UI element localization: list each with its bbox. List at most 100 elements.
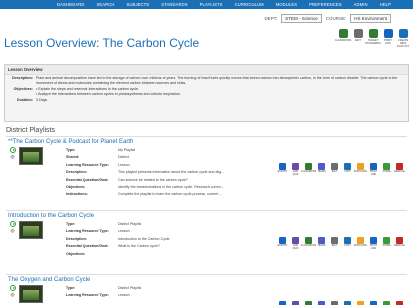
duration-key: Duration: <box>17 98 33 103</box>
playlist-fields: Type: My Playlist Shared: District Learning … <box>66 147 277 199</box>
nav-standards[interactable]: STANDARDS <box>161 2 187 7</box>
classroom-button[interactable]: CLASSROOM <box>335 29 351 48</box>
print-link-button[interactable]: PRINT LINK <box>382 29 394 48</box>
target-standards-button[interactable]: TARGET STANDARDS <box>365 29 381 48</box>
print-link-button[interactable]: PRINT LINK <box>368 301 379 305</box>
copy-icon <box>344 163 351 170</box>
target-icon <box>368 29 378 38</box>
playlist-title-link[interactable]: Introduction to the Carbon Cycle <box>6 211 407 221</box>
add-quiz-button[interactable]: ADD QUIZ <box>290 163 301 199</box>
nav-dashboard[interactable]: DASHBOARD <box>57 2 84 7</box>
create-new-playlist-button[interactable]: CREATE NEW PLAYLIST <box>397 29 409 48</box>
dept-select[interactable]: STEM - Science <box>281 14 322 23</box>
add-quiz-button[interactable]: ADD QUIZ <box>290 237 301 258</box>
field-key: Objectives: <box>66 185 86 190</box>
field-row: Essential Question/Goal: What is the Carb… <box>66 243 277 250</box>
field-key: Learning Resource Type: <box>66 229 109 234</box>
share-button[interactable]: SHARE <box>381 163 392 199</box>
drag-handle-icon[interactable]: ✥ <box>10 229 16 235</box>
share-button[interactable]: SHARE <box>381 237 392 258</box>
teams-icon <box>318 301 325 305</box>
playlist-controls: ✥ <box>6 147 66 199</box>
teams-button[interactable]: TEAMS <box>316 237 327 258</box>
remove-button[interactable]: REMOVE <box>394 163 405 199</box>
classroom-button[interactable]: CLASSROOM <box>301 163 316 199</box>
field-key: Type: <box>66 286 76 290</box>
action-label: PRINT LINK <box>369 244 378 250</box>
action-label: REMOVE <box>394 170 405 173</box>
remove-button[interactable]: REMOVE <box>394 237 405 258</box>
nav-curriculum[interactable]: CURRICULUM <box>235 2 264 7</box>
teams-button[interactable]: TEAMS <box>316 301 327 305</box>
classroom-icon <box>305 163 312 170</box>
objectives-list: • Explain the steps and reservoir intera… <box>36 87 181 96</box>
duplicate-button[interactable]: DUPLICATE <box>355 301 366 305</box>
tool-label: PRINT LINK <box>384 39 392 45</box>
play-icon[interactable] <box>10 285 16 291</box>
field-row: Learning Resource Type: Lesson <box>66 162 277 169</box>
nav-playlists[interactable]: PLAYLISTS <box>200 2 223 7</box>
classroom-icon <box>305 301 312 305</box>
duration-row: Duration: 3 Days <box>5 97 408 104</box>
edit-icon <box>331 237 338 244</box>
export-icon <box>279 237 286 244</box>
classroom-button[interactable]: CLASSROOM <box>303 301 314 305</box>
export-button[interactable]: EXPORT <box>277 163 288 199</box>
nav-preferences[interactable]: PREFERENCES <box>309 2 342 7</box>
page-title: Lesson Overview: The Carbon Cycle <box>4 36 200 50</box>
action-label: REMOVE <box>394 244 405 247</box>
nav-admin[interactable]: ADMIN <box>354 2 368 7</box>
edit-icon <box>331 301 338 305</box>
nav-help[interactable]: HELP <box>380 2 391 7</box>
teams-button[interactable]: TEAMS <box>316 163 327 199</box>
drag-handle-icon[interactable]: ✥ <box>10 293 16 299</box>
copy-icon <box>344 237 351 244</box>
copy-button[interactable]: COPY <box>342 163 353 199</box>
playlist-title-link[interactable]: **The Carbon Cycle & Podcast for Planet … <box>6 137 407 147</box>
print-link-button[interactable]: PRINT LINK <box>368 237 379 258</box>
field-row: Shared: District <box>66 154 277 161</box>
add-quiz-button[interactable]: ADD QUIZ <box>290 301 301 305</box>
playlist-actions: EXPORTADD QUIZCLASSROOMTEAMSEDITCOPYDUPL… <box>277 237 407 258</box>
remove-button[interactable]: REMOVE <box>394 301 405 305</box>
edit-button[interactable]: EDIT <box>329 163 340 199</box>
playlist-actions: EXPORTADD QUIZCLASSROOMTEAMSEDITCOPYDUPL… <box>277 301 407 305</box>
field-value: Identify the transformations in the carb… <box>118 185 224 190</box>
edit-button[interactable]: EDIT <box>352 29 364 48</box>
district-playlists-heading: District Playlists <box>6 127 56 134</box>
field-row: Type: District Playlist <box>66 285 277 292</box>
duplicate-button[interactable]: DUPLICATE <box>353 163 368 199</box>
action-label: DUPLICATE <box>353 170 368 173</box>
duplicate-button[interactable]: DUPLICATE <box>354 237 367 258</box>
print-link-icon <box>370 163 377 170</box>
duplicate-icon <box>357 237 364 244</box>
nav-subjects[interactable]: SUBJECTS <box>127 2 150 7</box>
field-value: Lesson <box>118 293 130 298</box>
print-link-button[interactable]: PRINT LINK <box>368 163 379 199</box>
edit-button[interactable]: EDIT <box>329 237 340 258</box>
teams-icon <box>318 163 325 170</box>
lesson-overview-panel: Lesson Overview Description: Plant and a… <box>4 64 409 122</box>
drag-handle-icon[interactable]: ✥ <box>10 155 16 161</box>
course-select[interactable]: HS Environment <box>350 14 391 23</box>
play-icon[interactable] <box>10 147 16 153</box>
edit-button[interactable]: EDIT <box>329 301 340 305</box>
export-button[interactable]: EXPORT <box>277 301 288 305</box>
nav-search[interactable]: SEARCH <box>96 2 114 7</box>
field-value: District Playlist <box>118 286 142 290</box>
field-row: Instructions: Complete the playlist to le… <box>66 191 277 198</box>
copy-button[interactable]: COPY <box>342 237 353 258</box>
copy-button[interactable]: COPY <box>342 301 353 305</box>
playlist-icon <box>398 29 408 38</box>
nav-modules[interactable]: MODULES <box>276 2 297 7</box>
remove-icon <box>396 237 403 244</box>
field-value: Complete the playlist to learn the carbo… <box>118 192 223 197</box>
play-icon[interactable] <box>10 221 16 227</box>
playlist-fields: Type: District Playlist Learning Resource … <box>66 285 277 305</box>
field-value: District <box>118 155 129 160</box>
description-row: Description: Plant and animal decomposit… <box>5 75 408 86</box>
playlist-title-link[interactable]: The Oxygen and Carbon Cycle <box>6 275 407 285</box>
classroom-button[interactable]: CLASSROOM <box>301 237 316 258</box>
share-button[interactable]: SHARE <box>381 301 392 305</box>
export-button[interactable]: EXPORT <box>277 237 288 258</box>
